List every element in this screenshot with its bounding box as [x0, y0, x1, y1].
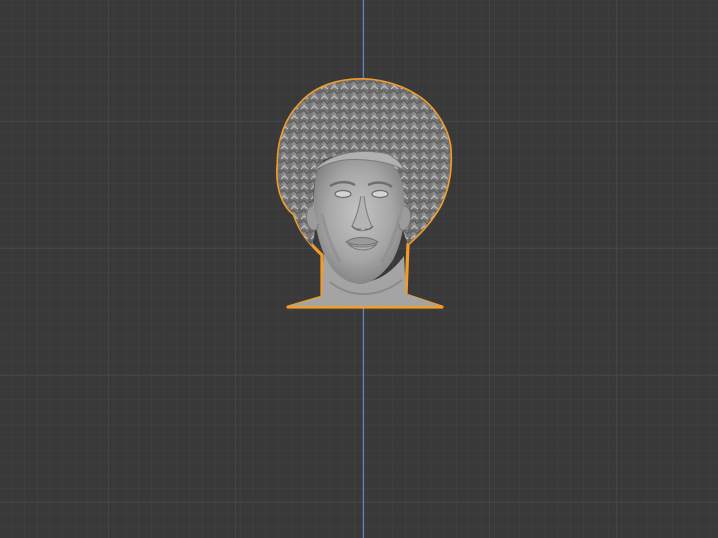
- viewport-canvas[interactable]: [0, 0, 718, 538]
- 3d-viewport[interactable]: [0, 0, 718, 538]
- right-eye: [371, 189, 389, 199]
- left-eye: [334, 189, 352, 199]
